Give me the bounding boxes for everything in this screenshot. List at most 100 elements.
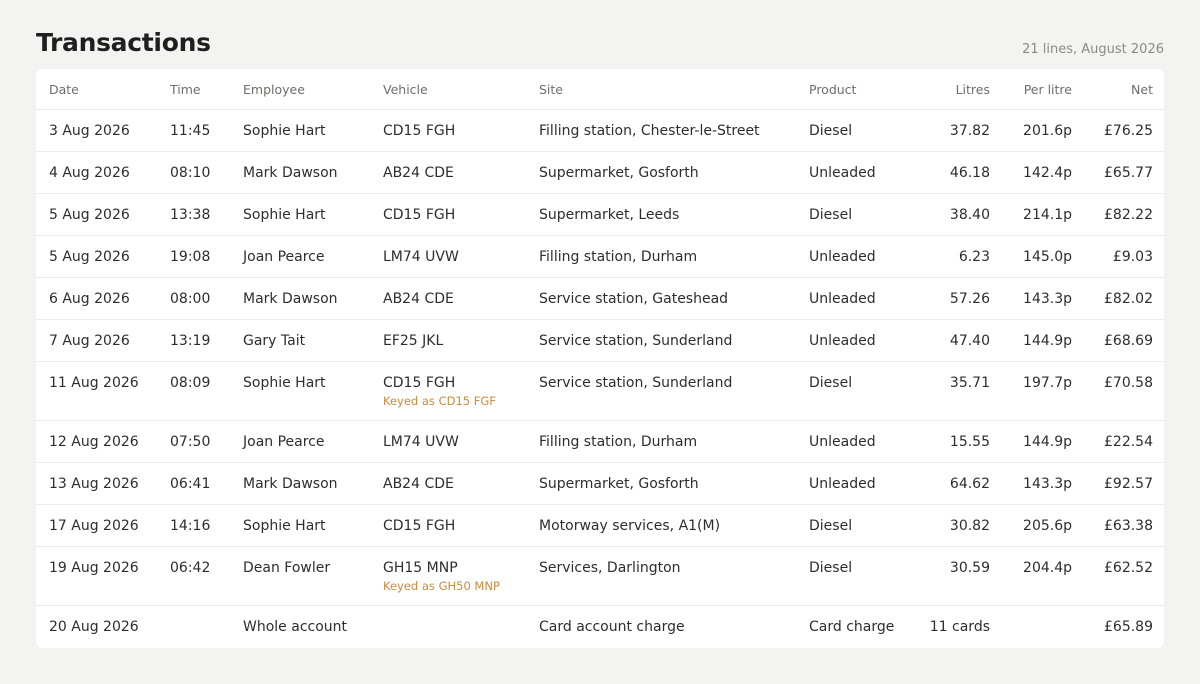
column-header-time[interactable]: Time	[170, 69, 243, 110]
cell-net: £63.38	[1072, 504, 1164, 547]
cell-time-text: 08:00	[170, 291, 211, 307]
cell-date: 6 Aug 2026	[36, 277, 170, 320]
column-header-net[interactable]: Net	[1072, 69, 1164, 110]
cell-vehicle-text: CD15 FGH	[383, 375, 456, 391]
cell-net-text: £65.89	[1104, 619, 1153, 635]
cell-vehicle: EF25 JKL	[383, 319, 539, 362]
cell-net-text: £68.69	[1104, 333, 1153, 349]
table-row[interactable]: 12 Aug 2026 07:50 Joan Pearce LM74 UVW Filli…	[36, 420, 1164, 463]
column-header-employee[interactable]: Employee	[243, 69, 383, 110]
cell-time: 14:16	[170, 504, 243, 547]
cell-per-litre-text: 142.4p	[1023, 165, 1072, 181]
cell-per-litre: 197.7p	[990, 361, 1072, 421]
cell-employee-text: Whole account	[243, 619, 348, 635]
cell-litres: 30.82	[919, 504, 990, 547]
cell-net-text: £70.58	[1104, 375, 1153, 391]
cell-date-text: 7 Aug 2026	[49, 333, 130, 349]
cell-product: Diesel	[809, 109, 919, 152]
cell-litres: 30.59	[919, 546, 990, 606]
cell-product-text: Diesel	[809, 560, 853, 576]
column-header-litres[interactable]: Litres	[919, 69, 990, 110]
column-header-site[interactable]: Site	[539, 69, 809, 110]
cell-per-litre: 142.4p	[990, 151, 1072, 194]
cell-date-text: 17 Aug 2026	[49, 518, 139, 534]
cell-product-text: Unleaded	[809, 165, 876, 181]
cell-product-text: Unleaded	[809, 333, 876, 349]
cell-litres-text: 57.26	[949, 291, 990, 307]
column-header-date[interactable]: Date	[36, 69, 170, 110]
table-row[interactable]: 4 Aug 2026 08:10 Mark Dawson AB24 CDE Superm…	[36, 151, 1164, 194]
cell-vehicle: CD15 FGH	[383, 109, 539, 152]
table-row[interactable]: 7 Aug 2026 13:19 Gary Tait EF25 JKL Service …	[36, 319, 1164, 362]
cell-product: Unleaded	[809, 151, 919, 194]
keyed-as-note: Keyed as CD15 FGF	[383, 394, 496, 408]
table-row[interactable]: 3 Aug 2026 11:45 Sophie Hart CD15 FGH Fillin…	[36, 109, 1164, 152]
cell-litres: 47.40	[919, 319, 990, 362]
cell-litres: 64.62	[919, 462, 990, 505]
cell-litres-text: 38.40	[949, 207, 990, 223]
table-row[interactable]: 17 Aug 2026 14:16 Sophie Hart CD15 FGH Motor…	[36, 504, 1164, 547]
cell-date-text: 6 Aug 2026	[49, 291, 130, 307]
cell-product-text: Unleaded	[809, 434, 876, 450]
cell-net: £65.89	[1072, 606, 1164, 648]
cell-time-text: 08:10	[170, 165, 211, 181]
cell-site: Service station, Sunderland	[539, 319, 809, 362]
column-header-vehicle[interactable]: Vehicle	[383, 69, 539, 110]
table-row[interactable]: 13 Aug 2026 06:41 Mark Dawson AB24 CDE Super…	[36, 462, 1164, 505]
table-row[interactable]: 5 Aug 2026 13:38 Sophie Hart CD15 FGH Superm…	[36, 193, 1164, 236]
cell-vehicle-text: AB24 CDE	[383, 476, 454, 492]
cell-per-litre: 143.3p	[990, 462, 1072, 505]
cell-product: Unleaded	[809, 277, 919, 320]
cell-date: 20 Aug 2026	[36, 606, 170, 648]
transactions-table: Date Time Employee Vehicle Site Product …	[36, 69, 1164, 648]
cell-time: 13:38	[170, 193, 243, 236]
cell-litres-text: 30.82	[949, 518, 990, 534]
column-header-product[interactable]: Product	[809, 69, 919, 110]
cell-date: 4 Aug 2026	[36, 151, 170, 194]
cell-employee: Whole account	[243, 606, 383, 648]
table-row[interactable]: 11 Aug 2026 08:09 Sophie Hart CD15 FGH Keyed…	[36, 361, 1164, 421]
cell-employee: Sophie Hart	[243, 109, 383, 152]
cell-vehicle-text: GH15 MNP	[383, 560, 458, 576]
cell-net: £82.22	[1072, 193, 1164, 236]
cell-net-text: £65.77	[1104, 165, 1153, 181]
cell-litres-text: 15.55	[949, 434, 990, 450]
cell-time-text: 13:38	[170, 207, 211, 223]
column-header-per-litre[interactable]: Per litre	[990, 69, 1072, 110]
cell-per-litre-text: 143.3p	[1023, 476, 1072, 492]
cell-per-litre-text: 204.4p	[1023, 560, 1072, 576]
cell-date-text: 5 Aug 2026	[49, 249, 130, 265]
cell-site-text: Supermarket, Gosforth	[539, 476, 699, 492]
cell-site-text: Filling station, Durham	[539, 434, 698, 450]
cell-net-text: £62.52	[1104, 560, 1153, 576]
cell-date-text: 5 Aug 2026	[49, 207, 130, 223]
table-row[interactable]: 6 Aug 2026 08:00 Mark Dawson AB24 CDE Servic…	[36, 277, 1164, 320]
cell-product-text: Diesel	[809, 207, 853, 223]
cell-time-text: 11:45	[170, 123, 211, 139]
cell-net: £68.69	[1072, 319, 1164, 362]
cell-site: Service station, Sunderland	[539, 361, 809, 421]
cell-litres: 37.82	[919, 109, 990, 152]
cell-vehicle	[383, 606, 539, 648]
cell-site-text: Filling station, Durham	[539, 249, 698, 265]
cell-net: £70.58	[1072, 361, 1164, 421]
cell-vehicle: CD15 FGH Keyed as CD15 FGF	[383, 361, 539, 421]
cell-employee-text: Joan Pearce	[243, 434, 325, 450]
table-row[interactable]: 5 Aug 2026 19:08 Joan Pearce LM74 UVW Fillin…	[36, 235, 1164, 278]
cell-vehicle: CD15 FGH	[383, 193, 539, 236]
cell-litres: 35.71	[919, 361, 990, 421]
cell-time: 11:45	[170, 109, 243, 152]
transactions-page: Transactions 21 lines, August 2026 Date …	[0, 0, 1200, 684]
cell-product-text: Diesel	[809, 375, 853, 391]
cell-employee-text: Sophie Hart	[243, 518, 326, 534]
cell-vehicle: AB24 CDE	[383, 462, 539, 505]
cell-site: Filling station, Chester-le-Street	[539, 109, 809, 152]
table-row[interactable]: 19 Aug 2026 06:42 Dean Fowler GH15 MNP Keyed…	[36, 546, 1164, 606]
cell-employee: Mark Dawson	[243, 151, 383, 194]
cell-time: 07:50	[170, 420, 243, 463]
cell-net-text: £9.03	[1112, 249, 1153, 265]
cell-time	[170, 606, 243, 648]
cell-date-text: 12 Aug 2026	[49, 434, 139, 450]
summary-row[interactable]: 20 Aug 2026 Whole account Card account cha…	[36, 606, 1164, 648]
cell-vehicle-text: CD15 FGH	[383, 123, 456, 139]
